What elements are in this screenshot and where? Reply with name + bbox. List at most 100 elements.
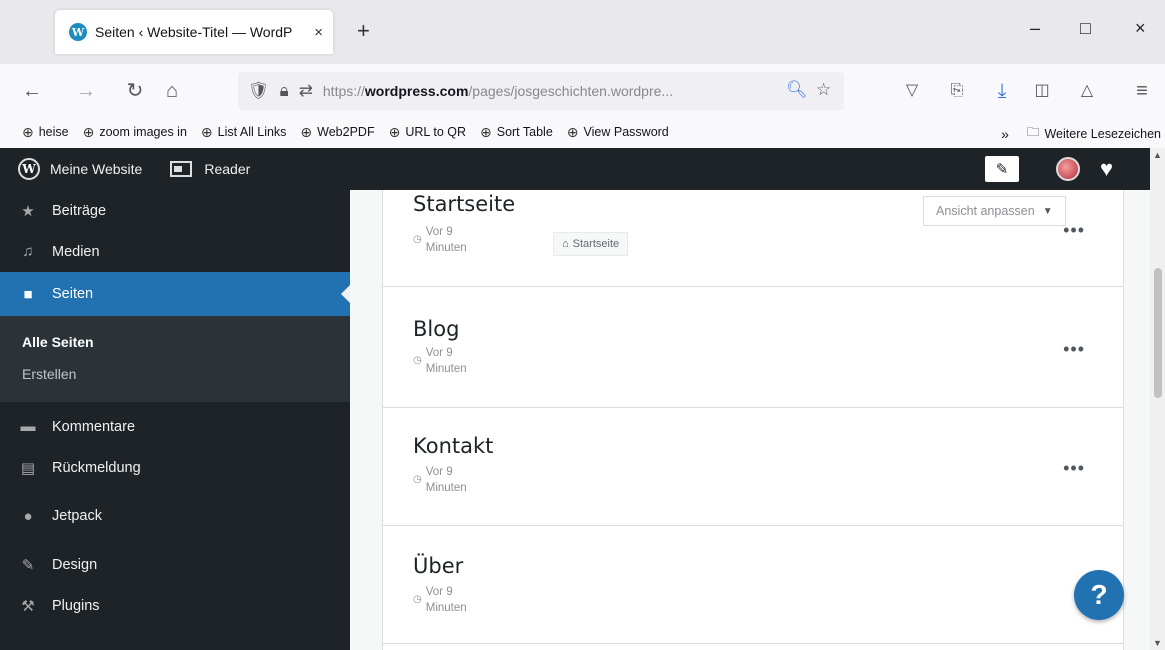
sidebar-item-label: Design	[52, 556, 98, 573]
sidebar-item-media[interactable]: ♫ Medien	[0, 231, 350, 272]
sidebar-item-plugins[interactable]: ⚒ Plugins	[0, 585, 350, 626]
status-badge: ⌂ Startseite	[553, 232, 629, 256]
sidebar-item-label: Seiten	[52, 286, 94, 302]
bookmark-web2pdf[interactable]: ⊕ Web2PDF	[300, 124, 374, 141]
sidebar-item-label: Jetpack	[52, 508, 102, 524]
wordpress-logo-icon: W	[18, 158, 40, 180]
my-site-label: Meine Website	[50, 161, 143, 177]
bookmark-list-links[interactable]: ⊕ List All Links	[201, 124, 287, 141]
list-item[interactable]: Über ◷ Vor 9 Minuten	[383, 526, 1123, 644]
tab-title: Seiten ‹ Website-Titel — WordP	[95, 24, 293, 40]
page-meta: ◷ Vor 9 Minuten	[413, 226, 467, 254]
globe-icon: ⊕	[480, 123, 492, 140]
star-icon[interactable]: ☆	[816, 80, 831, 100]
browser-tab[interactable]: W Seiten ‹ Website-Titel — WordP ×	[55, 10, 333, 54]
pocket-icon[interactable]: ▽	[900, 79, 924, 103]
page-title[interactable]: Startseite	[413, 192, 515, 216]
permissions-icon[interactable]: ⇄	[299, 81, 313, 101]
page-actions-button[interactable]: •••	[1063, 458, 1085, 479]
list-item[interactable]: Kontakt ◷ Vor 9 Minuten •••	[383, 408, 1123, 526]
bookmark-view-password[interactable]: ⊕ View Password	[567, 124, 669, 141]
scrollbar-thumb[interactable]	[1154, 268, 1162, 398]
bookmark-sort-table[interactable]: ⊕ Sort Table	[480, 124, 553, 141]
sidebar-item-label: Rückmeldung	[52, 459, 141, 476]
pages-icon: ■	[23, 285, 33, 303]
url-bar[interactable]: 🛡︎ 🔒︎ ⇄ https://wordpress.com/pages/josg…	[238, 72, 844, 110]
globe-icon: ⊕	[82, 123, 95, 140]
bookmark-url-to-qr[interactable]: ⊕ URL to QR	[389, 124, 466, 141]
reload-button[interactable]: ↻	[123, 79, 147, 103]
sidebar-item-label: Plugins	[52, 597, 100, 614]
submenu-all-pages[interactable]: Alle Seiten	[0, 326, 350, 358]
sidebar-item-posts[interactable]: ★ Beiträge	[0, 190, 350, 231]
sidebar-item-label: Medien	[52, 243, 100, 260]
sidebar-item-design[interactable]: ✎ Design	[0, 544, 350, 585]
list-item[interactable]: Startseite ◷ Vor 9 Minuten ⌂ Startseite A…	[383, 190, 1123, 287]
clock-icon: ◷	[413, 355, 422, 366]
shield-icon[interactable]: 🛡︎	[248, 81, 270, 101]
page-actions-button[interactable]: •••	[1063, 220, 1085, 241]
scroll-up-icon[interactable]: ▲	[1153, 150, 1162, 160]
sidebar-item-label: Kommentare	[52, 418, 136, 435]
quill-icon: ✎	[995, 161, 1009, 178]
url-text[interactable]: https://wordpress.com/pages/josgeschicht…	[323, 83, 753, 99]
wp-admin-bar: W Meine Website Reader ✎ ♥	[0, 148, 1150, 190]
reader-button[interactable]: Reader	[170, 161, 250, 177]
close-window-button[interactable]: ×	[1135, 18, 1146, 39]
maximize-button[interactable]: □	[1080, 18, 1091, 39]
reader-icon	[170, 161, 193, 177]
sidebar-icon[interactable]: ◫	[1030, 79, 1054, 103]
back-button[interactable]: ←	[20, 79, 44, 103]
bookmark-folder-other[interactable]: Weitere Lesezeichen	[1044, 127, 1161, 141]
account-icon[interactable]: △	[1075, 79, 1099, 103]
page-title[interactable]: Blog	[413, 317, 459, 341]
menu-icon[interactable]: ≡	[1130, 79, 1154, 103]
forward-button[interactable]: →	[74, 79, 98, 103]
list-item[interactable]: Blog ◷ Vor 9 Minuten •••	[383, 287, 1123, 408]
page-scrollbar[interactable]: ▲ ▼	[1150, 148, 1165, 650]
lock-icon[interactable]: 🔒︎	[280, 81, 289, 101]
page-meta: ◷ Vor 9 Minuten	[413, 347, 467, 375]
notifications-icon[interactable]: ♥	[1100, 156, 1113, 182]
wordpress-favicon-icon: W	[69, 23, 87, 41]
bookmarks-overflow-button[interactable]: »	[1001, 126, 1009, 142]
clock-icon: ◷	[413, 594, 422, 605]
minimize-button[interactable]: –	[1030, 18, 1040, 39]
customize-view-button[interactable]: Ansicht anpassen ▼	[923, 196, 1066, 226]
scroll-down-icon[interactable]: ▼	[1153, 638, 1162, 648]
submenu-create[interactable]: Erstellen	[0, 358, 350, 390]
caret-down-icon: ▼	[1042, 205, 1053, 217]
sidebar-item-pages[interactable]: ■ Seiten	[0, 272, 350, 316]
globe-icon: ⊕	[566, 123, 579, 140]
download-icon[interactable]: ⤓	[990, 79, 1014, 103]
avatar[interactable]	[1056, 157, 1080, 181]
pages-submenu: Alle Seiten Erstellen	[0, 316, 350, 402]
bookmarks-toolbar: ⊕ heise ⊕ zoom images in ⊕ List All Links ⊕…	[0, 116, 1165, 148]
home-button[interactable]: ⌂	[160, 79, 184, 103]
main-content: Startseite ◷ Vor 9 Minuten ⌂ Startseite A…	[350, 190, 1150, 650]
page-title[interactable]: Kontakt	[413, 434, 493, 458]
zoom-icon[interactable]: 🔍︎	[786, 80, 808, 100]
page-title[interactable]: Über	[413, 554, 463, 578]
globe-icon: ⊕	[22, 123, 34, 140]
tab-close-icon[interactable]: ×	[314, 24, 323, 41]
extension-icon[interactable]: ⎘	[945, 79, 969, 103]
globe-icon: ⊕	[388, 123, 401, 140]
my-site-button[interactable]: W Meine Website	[18, 158, 142, 180]
comment-icon: ▬	[20, 418, 36, 435]
new-tab-button[interactable]: +	[357, 18, 370, 44]
sidebar-item-feedback[interactable]: ▤ Rückmeldung	[0, 447, 350, 488]
sidebar-item-jetpack[interactable]: ● Jetpack	[0, 488, 350, 544]
bookmark-heise[interactable]: ⊕ heise	[22, 124, 69, 141]
write-post-button[interactable]: ✎	[985, 156, 1019, 182]
browser-tab-bar: W Seiten ‹ Website-Titel — WordP × + – □…	[0, 0, 1165, 64]
sidebar-item-comments[interactable]: ▬ Kommentare	[0, 406, 350, 447]
home-icon: ⌂	[562, 238, 569, 250]
globe-icon: ⊕	[300, 123, 313, 140]
pages-list: Startseite ◷ Vor 9 Minuten ⌂ Startseite A…	[382, 190, 1124, 650]
page-actions-button[interactable]: •••	[1063, 339, 1085, 360]
help-button[interactable]: ?	[1074, 570, 1124, 620]
bookmark-zoom-images[interactable]: ⊕ zoom images in	[83, 124, 187, 141]
media-icon: ♫	[22, 243, 34, 260]
clock-icon: ◷	[413, 234, 422, 245]
